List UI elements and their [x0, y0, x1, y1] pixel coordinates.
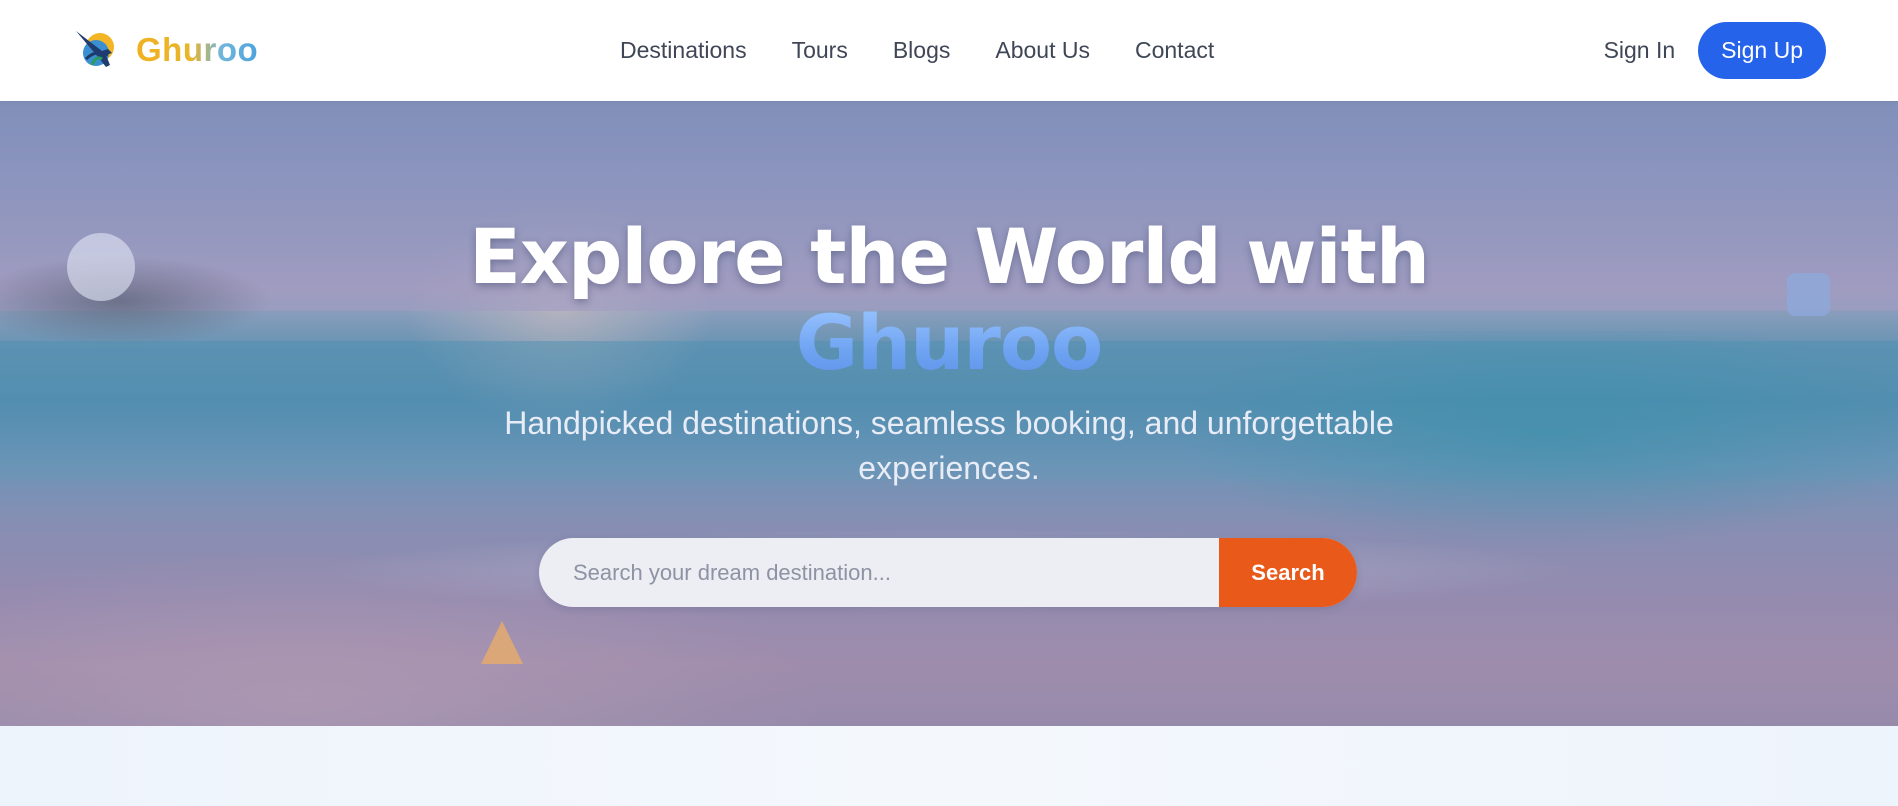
nav-link-destinations[interactable]: Destinations [620, 37, 747, 64]
plane-globe-logo-icon [76, 31, 114, 67]
top-navbar: Ghuroo Destinations Tours Blogs About Us… [0, 0, 1898, 101]
main-nav: Destinations Tours Blogs About Us Contac… [620, 0, 1214, 101]
hero-section: Explore the World with Ghuroo Handpicked… [0, 101, 1898, 726]
destination-search-input[interactable] [539, 538, 1219, 607]
hero-title-line: Explore the World with [469, 212, 1430, 301]
sign-in-link[interactable]: Sign In [1604, 37, 1676, 64]
search-button[interactable]: Search [1219, 538, 1357, 607]
nav-link-tours[interactable]: Tours [792, 37, 848, 64]
hero-title: Explore the World with Ghuroo [0, 214, 1898, 386]
nav-link-about-us[interactable]: About Us [995, 37, 1090, 64]
nav-link-contact[interactable]: Contact [1135, 37, 1214, 64]
destination-search-bar: Search [539, 538, 1357, 607]
auth-actions: Sign In Sign Up [1604, 22, 1826, 79]
hero-subtitle: Handpicked destinations, seamless bookin… [504, 405, 1394, 486]
brand-name: Ghuroo [136, 31, 259, 68]
nav-link-blogs[interactable]: Blogs [893, 37, 951, 64]
decorative-triangle [481, 621, 523, 664]
hero-title-accent: Ghuroo [795, 298, 1103, 387]
sign-up-button[interactable]: Sign Up [1698, 22, 1826, 79]
next-section [0, 726, 1898, 806]
brand[interactable]: Ghuroo [72, 24, 258, 76]
